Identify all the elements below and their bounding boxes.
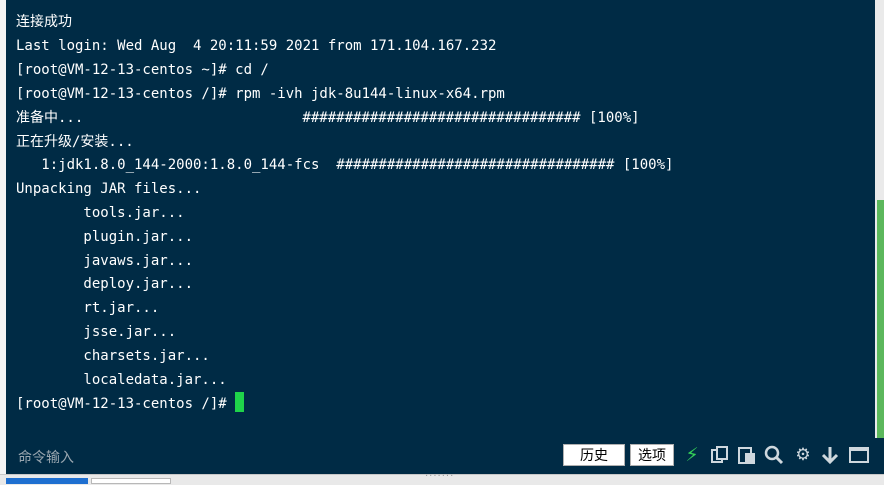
terminal-line: [root@VM-12-13-centos ~]# cd / xyxy=(16,62,269,78)
terminal-output[interactable]: 连接成功 Last login: Wed Aug 4 20:11:59 2021… xyxy=(6,0,875,438)
terminal-line: [root@VM-12-13-centos /]# rpm -ivh jdk-8… xyxy=(16,86,505,102)
terminal-line: Unpacking JAR files... xyxy=(16,181,202,197)
terminal-line: 1:jdk1.8.0_144-2000:1.8.0_144-fcs ######… xyxy=(16,157,674,173)
terminal-line: 准备中... #################################… xyxy=(16,110,640,126)
window-icon[interactable] xyxy=(848,443,870,467)
terminal-prompt: [root@VM-12-13-centos /]# xyxy=(16,396,227,412)
terminal-line: javaws.jar... xyxy=(16,253,194,269)
terminal-line: plugin.jar... xyxy=(16,229,194,245)
terminal-line: rt.jar... xyxy=(16,300,160,316)
gear-icon[interactable]: ⚙ xyxy=(792,443,814,467)
terminal-line: deploy.jar... xyxy=(16,276,194,292)
lightning-icon[interactable]: ⚡ xyxy=(681,443,703,467)
search-icon[interactable] xyxy=(763,443,785,467)
session-tab[interactable] xyxy=(91,478,171,484)
resize-grip-icon[interactable]: ······· xyxy=(425,471,454,482)
terminal-line: Last login: Wed Aug 4 20:11:59 2021 from… xyxy=(16,38,497,54)
terminal-line: charsets.jar... xyxy=(16,348,210,364)
options-button[interactable]: 选项 xyxy=(630,444,674,466)
terminal-line: localedata.jar... xyxy=(16,372,227,388)
terminal-line: 正在升级/安装... xyxy=(16,134,134,150)
terminal-line: tools.jar... xyxy=(16,205,185,221)
paste-icon[interactable] xyxy=(736,443,758,467)
terminal-line: jsse.jar... xyxy=(16,324,177,340)
command-input[interactable]: 命令输入 xyxy=(18,447,74,467)
history-button[interactable]: 历史 xyxy=(563,444,625,466)
copy-icon[interactable] xyxy=(709,443,731,467)
session-tab-active[interactable] xyxy=(6,478,88,484)
terminal-prompt-line: [root@VM-12-13-centos /]# xyxy=(16,392,244,414)
terminal-line: 连接成功 xyxy=(16,14,72,30)
terminal-cursor xyxy=(234,392,244,412)
scrollbar-thumb[interactable] xyxy=(877,200,884,458)
download-icon[interactable] xyxy=(819,443,841,467)
